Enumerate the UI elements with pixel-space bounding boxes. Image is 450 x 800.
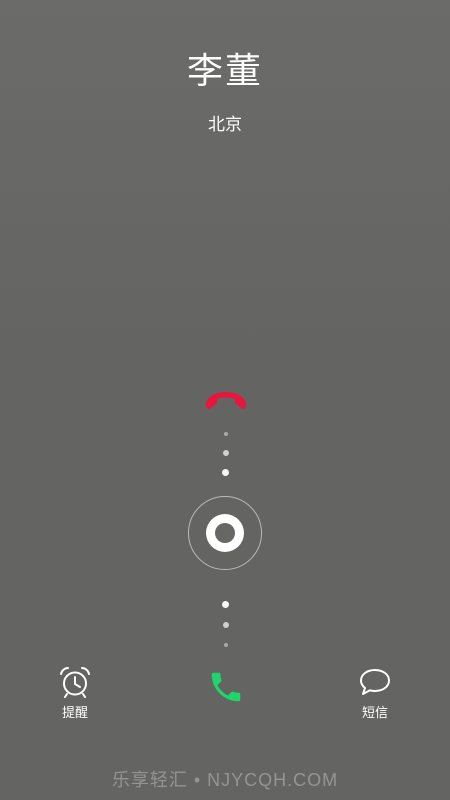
message-label: 短信 (361, 706, 388, 721)
slide-guide-dot (223, 450, 229, 456)
watermark: 乐享轻汇 • NJYCQH.COM (111, 770, 339, 790)
answer-call-button[interactable] (203, 667, 249, 707)
call-slider-handle[interactable] (188, 496, 262, 570)
caller-name: 李董 (186, 51, 263, 92)
alarm-clock-icon (60, 667, 90, 698)
slider-knob (206, 514, 244, 552)
slide-guide-dot (224, 432, 228, 436)
decline-call-button[interactable] (200, 380, 252, 420)
remind-label: 提醒 (61, 706, 88, 721)
slide-guide-dot (223, 622, 229, 628)
speech-bubble-icon (360, 669, 390, 695)
slide-guide-dot (222, 469, 229, 476)
phone-icon (211, 672, 241, 702)
caller-location: 北京 (208, 115, 242, 135)
incoming-call-screen: 李董 北京 提醒 短信 乐享轻汇 • NJYCQH.COM (0, 0, 450, 800)
reply-message-button[interactable]: 短信 (340, 666, 410, 721)
remind-me-button[interactable]: 提醒 (40, 666, 110, 721)
slide-guide-dot (224, 643, 228, 647)
hang-up-phone-icon (205, 392, 247, 409)
slide-guide-dot (222, 601, 229, 608)
slider-knob-center (215, 523, 235, 543)
